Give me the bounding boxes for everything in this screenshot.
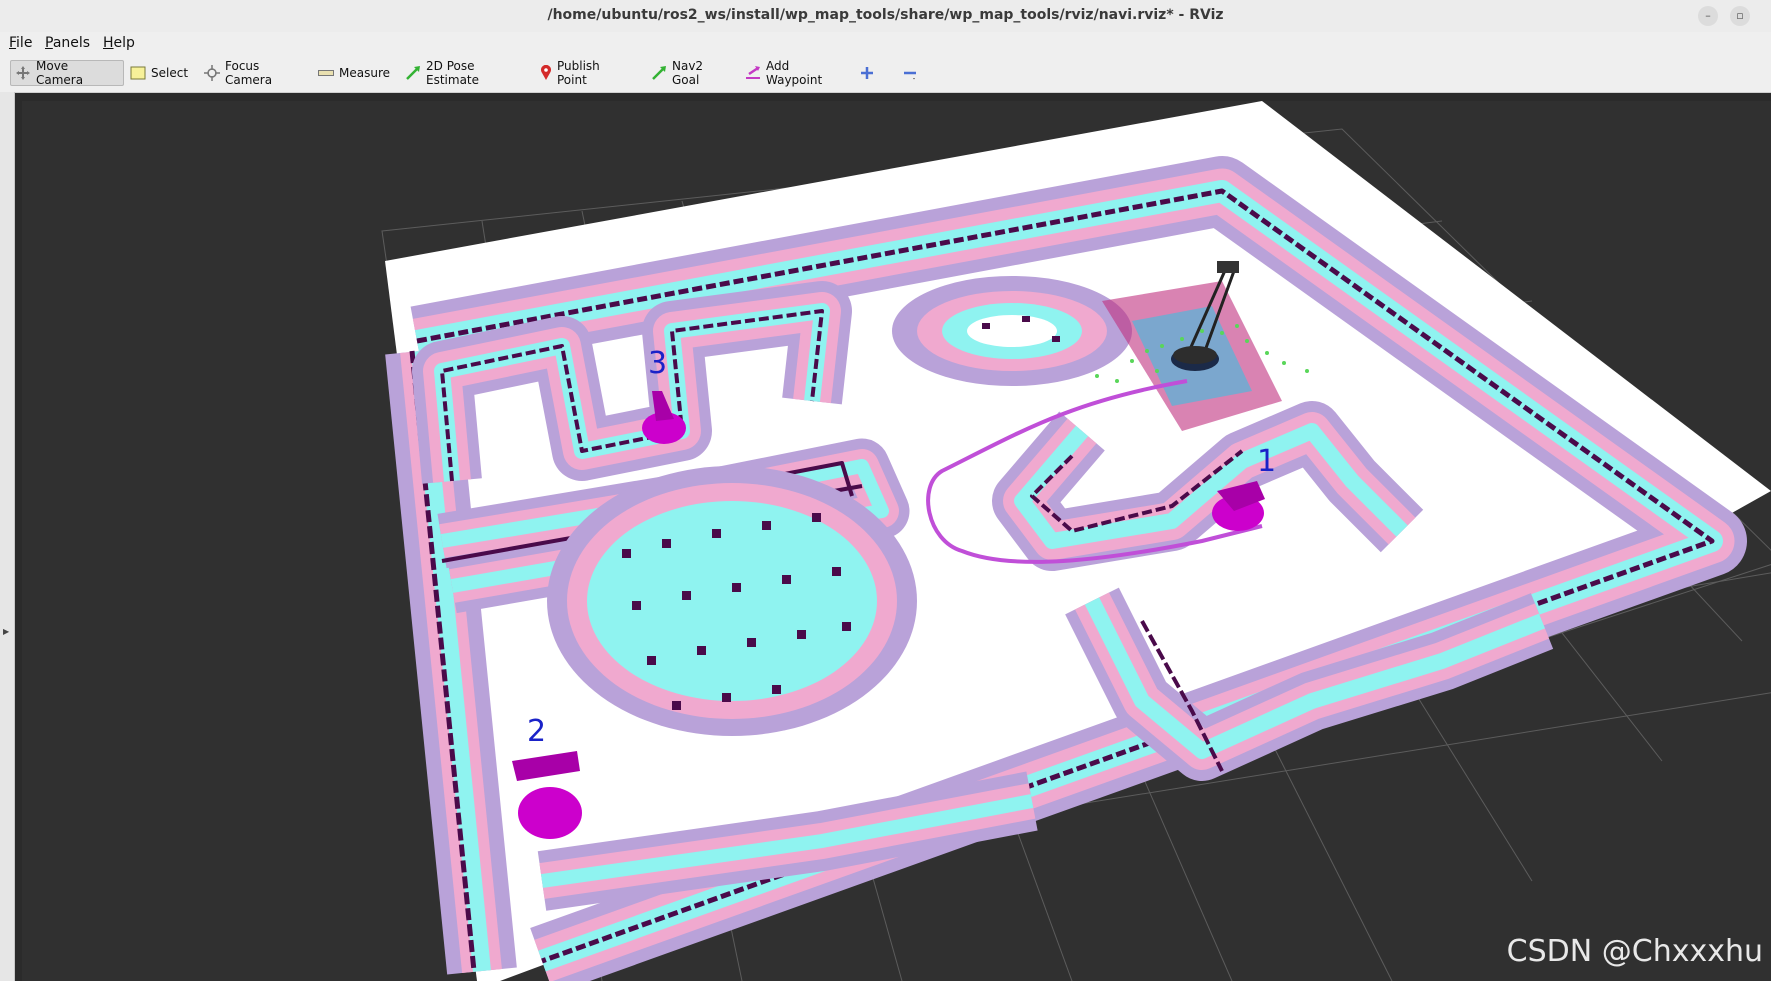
- focus-camera-label: Focus Camera: [225, 59, 273, 87]
- minimize-button[interactable]: –: [1698, 6, 1718, 26]
- publish-point-label: Publish Point: [557, 59, 600, 87]
- scan-point: [1220, 331, 1224, 335]
- restore-button[interactable]: ▫: [1730, 6, 1750, 26]
- pillar-obstacle: [1022, 316, 1030, 322]
- window-title-bar: /home/ubuntu/ros2_ws/install/wp_map_tool…: [0, 0, 1771, 33]
- pillar: [682, 591, 691, 600]
- plus-icon: [861, 67, 873, 79]
- scan-point: [1235, 324, 1239, 328]
- scan-point: [1130, 359, 1134, 363]
- round-room-free: [967, 315, 1057, 347]
- map-render: 1 2 3: [381, 101, 1771, 981]
- waypoint-base: [518, 787, 582, 839]
- waypoint-label-3: 3: [648, 346, 667, 381]
- window-title: /home/ubuntu/ros2_ws/install/wp_map_tool…: [547, 7, 1224, 23]
- remove-tool-button[interactable]: [899, 60, 925, 86]
- scan-point: [1160, 344, 1164, 348]
- scan-point: [1180, 337, 1184, 341]
- pillar: [812, 513, 821, 522]
- pillar: [722, 693, 731, 702]
- measure-label: Measure: [339, 66, 390, 80]
- nav2-goal-label: Nav2 Goal: [672, 59, 704, 87]
- measure-tool[interactable]: Measure: [314, 60, 390, 86]
- tool-bar: Move Camera Select Focus Camera Measure …: [0, 54, 1771, 93]
- add-waypoint-tool[interactable]: Add Waypoint: [741, 59, 839, 87]
- add-waypoint-label: Add Waypoint: [766, 59, 823, 87]
- menu-file-accelerator: F: [9, 35, 17, 51]
- pillar: [772, 685, 781, 694]
- add-tool-button[interactable]: [856, 60, 882, 86]
- focus-camera-icon: [204, 65, 220, 81]
- scan-point: [1155, 369, 1159, 373]
- move-camera-icon: [16, 66, 30, 80]
- pillar-field-inflation-core: [587, 501, 877, 701]
- waypoint-label-2: 2: [527, 714, 546, 749]
- pillar: [732, 583, 741, 592]
- menu-file-label: ile: [16, 35, 33, 51]
- move-camera-tool[interactable]: Move Camera: [10, 59, 124, 87]
- pillar: [712, 529, 721, 538]
- pillar: [632, 601, 641, 610]
- menu-bar: File Panels Help: [0, 32, 1771, 54]
- move-camera-label: Move Camera: [36, 59, 84, 87]
- nav2-goal-tool[interactable]: Nav2 Goal: [647, 59, 725, 87]
- pillar-obstacle: [1052, 336, 1060, 342]
- pillar: [662, 539, 671, 548]
- select-tool[interactable]: Select: [126, 60, 192, 86]
- menu-help-label: elp: [113, 35, 135, 51]
- pillar: [747, 638, 756, 647]
- 2d-pose-estimate-tool[interactable]: 2D Pose Estimate: [401, 59, 517, 87]
- ruler-icon: [318, 70, 334, 76]
- scan-point: [1282, 361, 1286, 365]
- scan-point: [1265, 351, 1269, 355]
- scan-point: [1145, 349, 1149, 353]
- green-arrow-icon: [406, 66, 420, 80]
- menu-panels[interactable]: Panels: [45, 35, 90, 51]
- pillar: [647, 656, 656, 665]
- menu-help[interactable]: Help: [103, 35, 135, 51]
- scan-point: [1245, 339, 1249, 343]
- 2d-pose-estimate-label: 2D Pose Estimate: [426, 59, 480, 87]
- magenta-arrow-icon: [746, 66, 760, 79]
- pillar: [842, 622, 851, 631]
- pillar: [672, 701, 681, 710]
- menu-panels-label: anels: [52, 35, 91, 51]
- pillar: [797, 630, 806, 639]
- pillar: [832, 567, 841, 576]
- left-panel-collapsed[interactable]: ▶: [0, 92, 15, 981]
- minus-icon: [904, 71, 916, 80]
- menu-panels-accelerator: P: [45, 35, 53, 51]
- focus-camera-tool[interactable]: Focus Camera: [200, 59, 300, 87]
- csdn-watermark: CSDN @Chxxxhu: [1506, 934, 1763, 969]
- pillar: [697, 646, 706, 655]
- green-arrow-icon: [652, 66, 666, 80]
- robot-head: [1217, 261, 1239, 273]
- select-label: Select: [151, 66, 189, 80]
- scan-point: [1200, 329, 1204, 333]
- scan-point: [1115, 379, 1119, 383]
- menu-file[interactable]: File: [9, 35, 32, 51]
- render-viewport[interactable]: 1 2 3 CSDN @Chxxxhu: [22, 101, 1771, 981]
- waypoint-label-1: 1: [1257, 444, 1276, 479]
- map-pin-icon: [541, 65, 551, 80]
- expand-panel-icon[interactable]: ▶: [3, 627, 9, 636]
- menu-help-accelerator: H: [103, 35, 114, 51]
- pillar-obstacle: [982, 323, 990, 329]
- top-round-rooms: [892, 276, 1132, 386]
- pillar: [782, 575, 791, 584]
- select-icon: [130, 66, 146, 80]
- publish-point-tool[interactable]: Publish Point: [536, 59, 628, 87]
- pillar: [762, 521, 771, 530]
- pillar: [622, 549, 631, 558]
- scan-point: [1305, 369, 1309, 373]
- pillar-field: [547, 466, 917, 736]
- scan-point: [1095, 374, 1099, 378]
- robot-base-top: [1173, 346, 1217, 364]
